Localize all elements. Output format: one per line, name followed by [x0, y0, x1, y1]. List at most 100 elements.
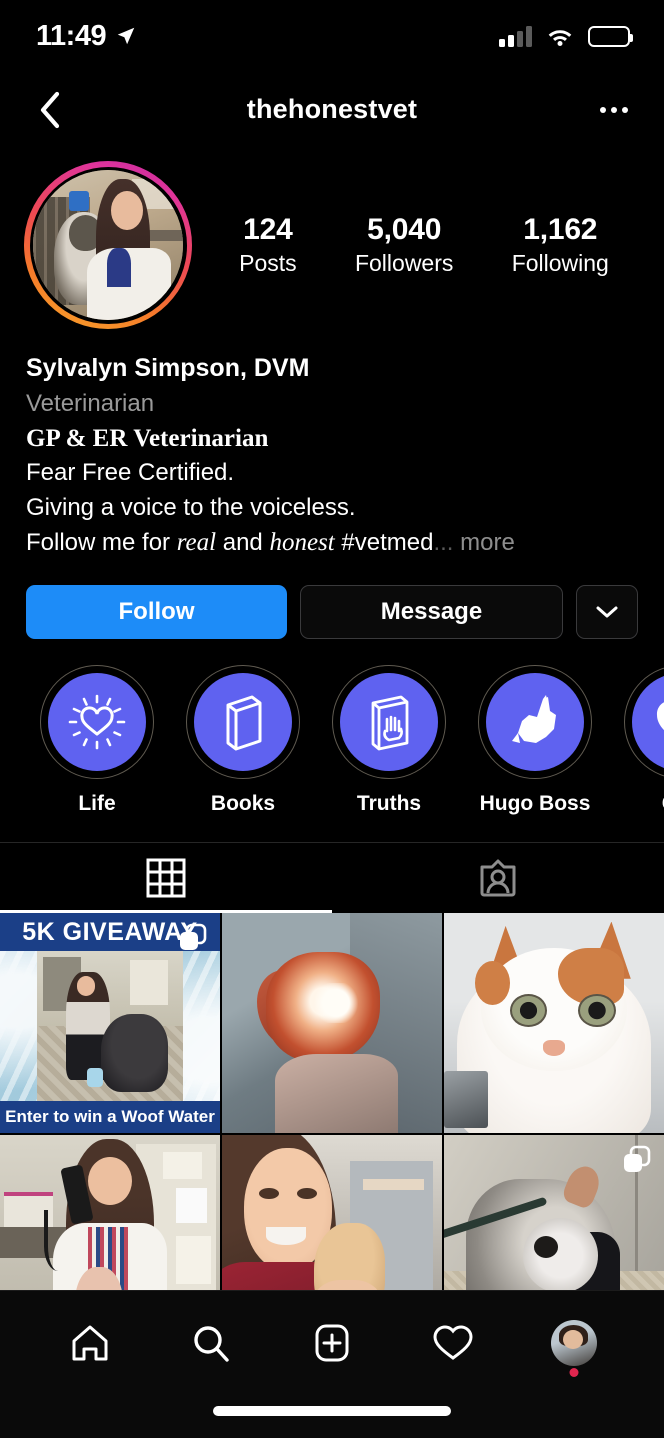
highlight-cover — [340, 672, 438, 771]
bio-line-4: Follow me for real and honest #vetmed...… — [26, 525, 638, 561]
stat-followers[interactable]: 5,040 Followers — [355, 211, 453, 280]
profile-summary-row: 124 Posts 5,040 Followers 1,162 Followin… — [0, 147, 664, 329]
profile-stats: 124 Posts 5,040 Followers 1,162 Followin… — [192, 211, 638, 280]
highlight-cover — [48, 672, 146, 771]
cellular-signal-icon — [499, 25, 532, 47]
tab-tagged[interactable] — [332, 843, 664, 913]
highlight-life[interactable]: Life — [24, 664, 170, 816]
bio-line4-italic-honest: honest — [269, 528, 335, 556]
post-thumbnail[interactable] — [444, 912, 664, 1133]
chevron-left-icon — [40, 91, 60, 128]
bio-block: Sylvalyn Simpson, DVM Veterinarian GP & … — [0, 329, 664, 561]
tab-grid[interactable] — [0, 843, 332, 913]
highlight-label: Books — [210, 791, 276, 815]
highlight-truths[interactable]: Truths — [316, 664, 462, 816]
bio-line4-mid: and — [216, 528, 270, 556]
nav-header: thehonestvet — [0, 72, 664, 147]
highlight-label: Truths — [356, 791, 422, 815]
status-bar-right — [499, 25, 633, 47]
bio-line4-hashtag[interactable]: #vetmed — [335, 529, 433, 556]
ellipsis-icon — [600, 106, 606, 113]
battery-icon — [588, 25, 633, 47]
highlight-cover — [632, 672, 664, 771]
bottom-navigation-bar — [0, 1290, 664, 1438]
profile-avatar-icon — [550, 1320, 597, 1366]
bio-display-name: Sylvalyn Simpson, DVM — [26, 354, 310, 382]
status-bar: 11:49 — [0, 0, 664, 72]
carousel-icon — [180, 923, 207, 950]
bio-line4-italic-real: real — [176, 528, 217, 556]
heart-with-rays-icon — [68, 694, 126, 750]
bottom-nav-items — [0, 1291, 664, 1377]
tagged-person-card-icon — [480, 859, 516, 897]
highlight-gap — [337, 669, 441, 774]
nav-create-button[interactable] — [297, 1311, 367, 1375]
avatar — [33, 170, 183, 320]
stat-followers-label: Followers — [354, 250, 454, 277]
heart-with-stethoscope-icon — [656, 702, 664, 730]
status-bar-left: 11:49 — [36, 20, 137, 53]
bio-line-serif: GP & ER Veterinarian — [26, 424, 269, 452]
highlight-ring — [186, 664, 300, 779]
dog-head-silhouette-icon — [512, 694, 556, 743]
carousel-icon — [624, 1145, 651, 1172]
post-thumbnail[interactable] — [222, 912, 442, 1133]
profile-avatar-story-ring[interactable] — [24, 161, 192, 329]
ellipsis-icon — [622, 106, 628, 113]
back-button[interactable] — [28, 88, 72, 132]
nav-home-button[interactable] — [55, 1311, 125, 1375]
stat-posts[interactable]: 124 Posts — [239, 211, 297, 280]
stat-posts-label: Posts — [239, 250, 297, 277]
highlight-books[interactable]: Books — [170, 664, 316, 816]
highlight-cas[interactable]: Cas — [608, 664, 664, 816]
highlight-label: Life — [78, 791, 116, 815]
bio-line-3: Giving a voice to the voiceless. — [26, 493, 356, 521]
highlight-ring — [40, 664, 154, 779]
bio-truncation-dots: ... — [433, 528, 454, 556]
grid-icon — [146, 858, 186, 898]
page-title: thehonestvet — [246, 94, 418, 124]
post-grid: 5K GIVEAWAY Enter to win a Woof Water bo… — [0, 912, 664, 1355]
plus-square-icon — [315, 1324, 349, 1362]
stat-following-label: Following — [511, 250, 609, 277]
chevron-down-icon — [596, 606, 618, 618]
post-footer-text: Enter to win a Woof Water bottle! — [5, 1106, 215, 1126]
location-arrow-icon — [117, 27, 135, 45]
follow-button[interactable]: Follow — [26, 584, 287, 639]
heart-icon — [433, 1325, 473, 1360]
highlight-ring — [478, 664, 592, 779]
search-icon — [194, 1326, 229, 1362]
highlight-label: Hugo Boss — [479, 791, 591, 815]
highlight-gap — [191, 669, 295, 774]
story-highlights-row[interactable]: Life Books Truths Hugo Boss — [0, 639, 664, 816]
bio-category: Veterinarian — [26, 389, 155, 417]
avatar-inner — [29, 166, 187, 324]
bio-line4-pre: Follow me for — [26, 528, 177, 556]
more-options-button[interactable] — [592, 88, 636, 132]
suggestions-dropdown-button[interactable] — [576, 584, 638, 639]
highlight-gap — [45, 669, 149, 774]
nav-search-button[interactable] — [176, 1311, 246, 1375]
bio-more-link[interactable]: more — [460, 529, 515, 556]
instagram-profile-screen: 11:49 thehonestvet 124 Posts 5,040 Follo… — [0, 0, 664, 1438]
highlight-cover — [194, 672, 292, 771]
highlight-gap — [483, 669, 587, 774]
post-thumbnail[interactable]: 5K GIVEAWAY Enter to win a Woof Water bo… — [0, 912, 220, 1133]
wifi-icon — [548, 29, 572, 46]
stat-following[interactable]: 1,162 Following — [512, 211, 609, 280]
highlight-ring — [332, 664, 446, 779]
ellipsis-icon — [611, 106, 617, 113]
book-with-hand-icon — [371, 695, 409, 751]
nav-profile-button[interactable] — [539, 1311, 609, 1377]
stat-following-value: 1,162 — [523, 212, 598, 246]
stat-followers-value: 5,040 — [367, 212, 442, 246]
highlight-ring — [624, 664, 664, 779]
profile-action-buttons: Follow Message — [0, 561, 664, 639]
book-icon — [226, 695, 262, 751]
home-icon — [72, 1325, 108, 1361]
nav-activity-button[interactable] — [418, 1311, 488, 1375]
home-indicator[interactable] — [213, 1406, 451, 1416]
highlight-hugo-boss[interactable]: Hugo Boss — [462, 664, 608, 816]
status-badge — [569, 1368, 579, 1377]
message-button[interactable]: Message — [300, 584, 563, 639]
